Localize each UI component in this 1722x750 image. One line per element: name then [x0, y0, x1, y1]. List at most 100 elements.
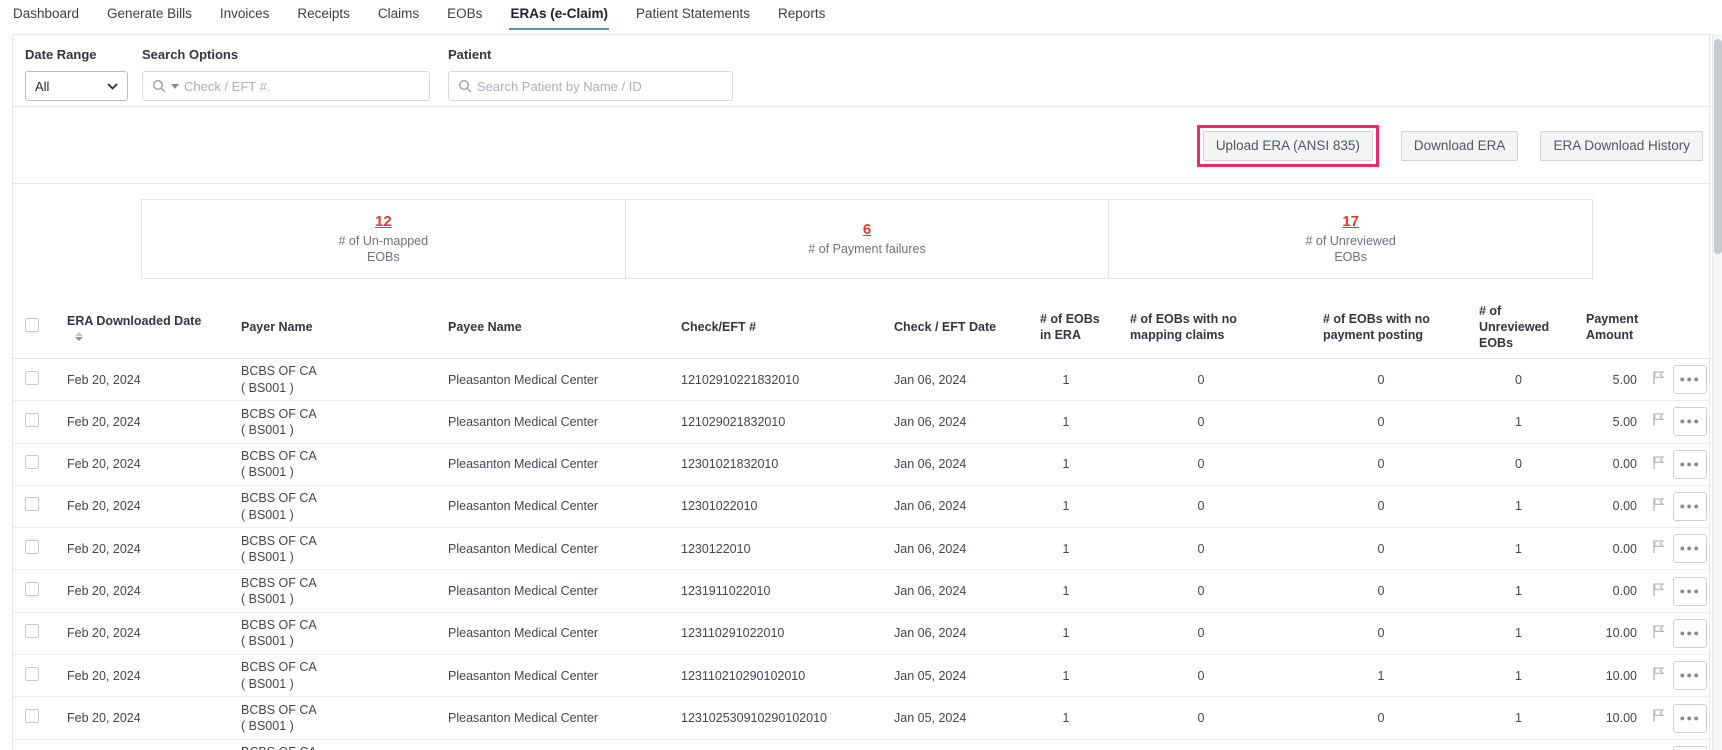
- scrollbar-thumb[interactable]: [1714, 39, 1722, 254]
- table-row: Feb 20, 2024 BCBS OF CA ( BS001 ) Pleasa…: [13, 528, 1711, 570]
- row-checkbox[interactable]: [25, 582, 39, 596]
- row-checkbox[interactable]: [25, 497, 39, 511]
- search-type-caret-icon[interactable]: [171, 84, 179, 89]
- cell-no-mapping: 0: [1106, 372, 1296, 388]
- cell-payee: Pleasanton Medical Center: [421, 668, 656, 684]
- cell-eobs-in-era: 1: [1026, 583, 1106, 599]
- tab-receipts[interactable]: Receipts: [296, 4, 351, 28]
- col-header-check-eft: Check/EFT #: [656, 319, 881, 335]
- stat-unmapped-count-link[interactable]: 12: [375, 213, 392, 230]
- table-row: Feb 20, 2024 BCBS OF CA ( BS001 ) Pleasa…: [13, 401, 1711, 443]
- cell-unreviewed[interactable]: 1: [1466, 583, 1571, 599]
- cell-payee: Pleasanton Medical Center: [421, 498, 656, 514]
- row-actions-button[interactable]: ●●●: [1673, 661, 1707, 690]
- table-header: ERA Downloaded Date Payer Name Payee Nam…: [13, 296, 1711, 359]
- tab-eras-e-claim[interactable]: ERAs (e-Claim): [509, 4, 609, 30]
- cell-payer: BCBS OF CA ( BS001 ): [211, 617, 421, 650]
- tab-generate-bills[interactable]: Generate Bills: [106, 4, 193, 28]
- flag-icon[interactable]: [1652, 370, 1665, 385]
- cell-payer: BCBS OF CA ( BS001 ): [211, 575, 421, 608]
- cell-unreviewed[interactable]: 1: [1466, 498, 1571, 514]
- cell-payer: BCBS OF CA ( BS001 ): [211, 533, 421, 566]
- row-actions-button[interactable]: ●●●: [1673, 704, 1707, 733]
- payer-code: ( BS001 ): [241, 676, 421, 692]
- cell-check-eft: 123110291022010: [656, 625, 881, 641]
- flag-icon[interactable]: [1652, 708, 1665, 723]
- date-range-select[interactable]: All: [25, 71, 128, 101]
- cell-amount: 5.00: [1571, 372, 1643, 388]
- upload-era-button[interactable]: Upload ERA (ANSI 835): [1203, 131, 1373, 161]
- row-checkbox[interactable]: [25, 371, 39, 385]
- row-checkbox[interactable]: [25, 413, 39, 427]
- sort-icon[interactable]: [75, 332, 83, 341]
- row-checkbox[interactable]: [25, 455, 39, 469]
- cell-downloaded-date: Feb 20, 2024: [51, 710, 211, 726]
- check-eft-input[interactable]: [184, 79, 420, 94]
- cell-no-posting[interactable]: 1: [1296, 668, 1466, 684]
- table-row: Feb 20, 2024 BCBS OF CA ( BS001 ) Pleasa…: [13, 444, 1711, 486]
- select-all-checkbox[interactable]: [25, 318, 39, 332]
- cell-check-eft-date: Jan 06, 2024: [881, 541, 1026, 557]
- tab-eobs[interactable]: EOBs: [446, 4, 483, 28]
- cell-unreviewed[interactable]: 1: [1466, 668, 1571, 684]
- row-actions-button[interactable]: ●●●: [1673, 746, 1707, 750]
- stat-failures-label: # of Payment failures: [808, 242, 925, 258]
- cell-unreviewed[interactable]: 1: [1466, 541, 1571, 557]
- cell-eobs-in-era: 1: [1026, 456, 1106, 472]
- row-checkbox[interactable]: [25, 709, 39, 723]
- cell-downloaded-date: Feb 20, 2024: [51, 541, 211, 557]
- search-icon: [152, 79, 166, 93]
- tab-patient-statements[interactable]: Patient Statements: [635, 4, 751, 28]
- tab-invoices[interactable]: Invoices: [219, 4, 271, 28]
- row-actions-button[interactable]: ●●●: [1673, 365, 1707, 394]
- ellipsis-icon: ●●●: [1680, 671, 1701, 680]
- payer-name: BCBS OF CA: [241, 575, 421, 591]
- cell-check-eft-date: Jan 06, 2024: [881, 372, 1026, 388]
- row-actions-button[interactable]: ●●●: [1673, 492, 1707, 521]
- flag-icon[interactable]: [1652, 455, 1665, 470]
- flag-icon[interactable]: [1652, 539, 1665, 554]
- col-header-eobs-in-era: # of EOBs in ERA: [1026, 311, 1106, 344]
- table-row: Feb 20, 2024 BCBS OF CA ( BS001 ) Pleasa…: [13, 697, 1711, 739]
- stat-unreviewed-count-link[interactable]: 17: [1342, 213, 1359, 230]
- stats-box: 12 # of Un-mapped EOBs 6 # of Payment fa…: [141, 199, 1593, 279]
- col-header-check-eft-date: Check / EFT Date: [881, 319, 1026, 335]
- era-download-history-button[interactable]: ERA Download History: [1540, 131, 1703, 161]
- flag-icon[interactable]: [1652, 412, 1665, 427]
- row-checkbox[interactable]: [25, 667, 39, 681]
- payer-code: ( BS001 ): [241, 549, 421, 565]
- cell-unreviewed[interactable]: 1: [1466, 625, 1571, 641]
- cell-downloaded-date: Feb 20, 2024: [51, 414, 211, 430]
- payer-name: BCBS OF CA: [241, 406, 421, 422]
- payer-name: BCBS OF CA: [241, 363, 421, 379]
- col-header-downloaded-date[interactable]: ERA Downloaded Date: [51, 313, 211, 341]
- row-checkbox[interactable]: [25, 624, 39, 638]
- stat-failures-count-link[interactable]: 6: [863, 221, 871, 238]
- flag-icon[interactable]: [1652, 582, 1665, 597]
- col-header-no-mapping: # of EOBs with no mapping claims: [1106, 311, 1296, 344]
- cell-no-mapping: 0: [1106, 541, 1296, 557]
- row-actions-button[interactable]: ●●●: [1673, 534, 1707, 563]
- flag-icon[interactable]: [1652, 624, 1665, 639]
- cell-eobs-in-era: 1: [1026, 668, 1106, 684]
- row-actions-button[interactable]: ●●●: [1673, 577, 1707, 606]
- ellipsis-icon: ●●●: [1680, 629, 1701, 638]
- cell-unreviewed[interactable]: 1: [1466, 710, 1571, 726]
- row-actions-button[interactable]: ●●●: [1673, 619, 1707, 648]
- row-actions-button[interactable]: ●●●: [1673, 450, 1707, 479]
- vertical-scrollbar[interactable]: [1712, 34, 1722, 750]
- cell-no-mapping: 0: [1106, 583, 1296, 599]
- col-header-downloaded-date-label: ERA Downloaded Date: [67, 314, 201, 328]
- flag-icon[interactable]: [1652, 497, 1665, 512]
- row-actions-button[interactable]: ●●●: [1673, 407, 1707, 436]
- table-row: Feb 20, 2024 BCBS OF CA ( BS001 ) Pleasa…: [13, 570, 1711, 612]
- cell-unreviewed[interactable]: 1: [1466, 414, 1571, 430]
- tab-dashboard[interactable]: Dashboard: [12, 4, 80, 28]
- download-era-button[interactable]: Download ERA: [1401, 131, 1519, 161]
- flag-icon[interactable]: [1652, 666, 1665, 681]
- tab-reports[interactable]: Reports: [777, 4, 826, 28]
- row-checkbox[interactable]: [25, 540, 39, 554]
- cell-amount: 10.00: [1571, 710, 1643, 726]
- patient-search-input[interactable]: [477, 79, 723, 94]
- tab-claims[interactable]: Claims: [377, 4, 420, 28]
